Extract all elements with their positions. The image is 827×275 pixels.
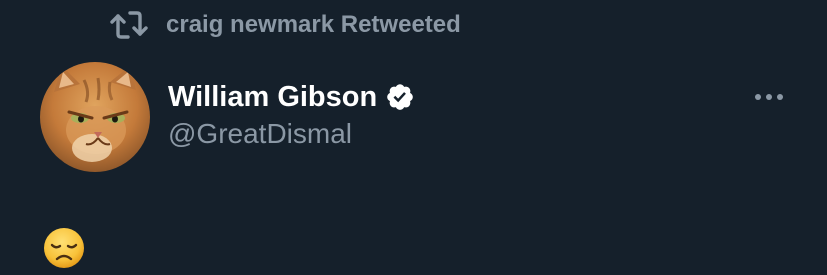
disappointed-face-emoji: [42, 226, 86, 270]
author-name-row[interactable]: William Gibson: [168, 78, 415, 116]
tweet-content: [42, 226, 90, 270]
more-horizontal-icon: [755, 94, 783, 100]
avatar[interactable]: [40, 62, 150, 172]
author-handle[interactable]: @GreatDismal: [168, 118, 352, 150]
retweet-indicator[interactable]: craig newmark Retweeted: [110, 8, 461, 42]
more-options-button[interactable]: [748, 82, 790, 112]
retweet-icon: [110, 8, 148, 42]
author-display-name[interactable]: William Gibson: [168, 81, 377, 114]
verified-badge-icon: [385, 82, 415, 112]
retweet-label: craig newmark Retweeted: [166, 11, 461, 38]
tweet-card[interactable]: craig newmark Retweeted William Gibson @…: [0, 0, 827, 275]
